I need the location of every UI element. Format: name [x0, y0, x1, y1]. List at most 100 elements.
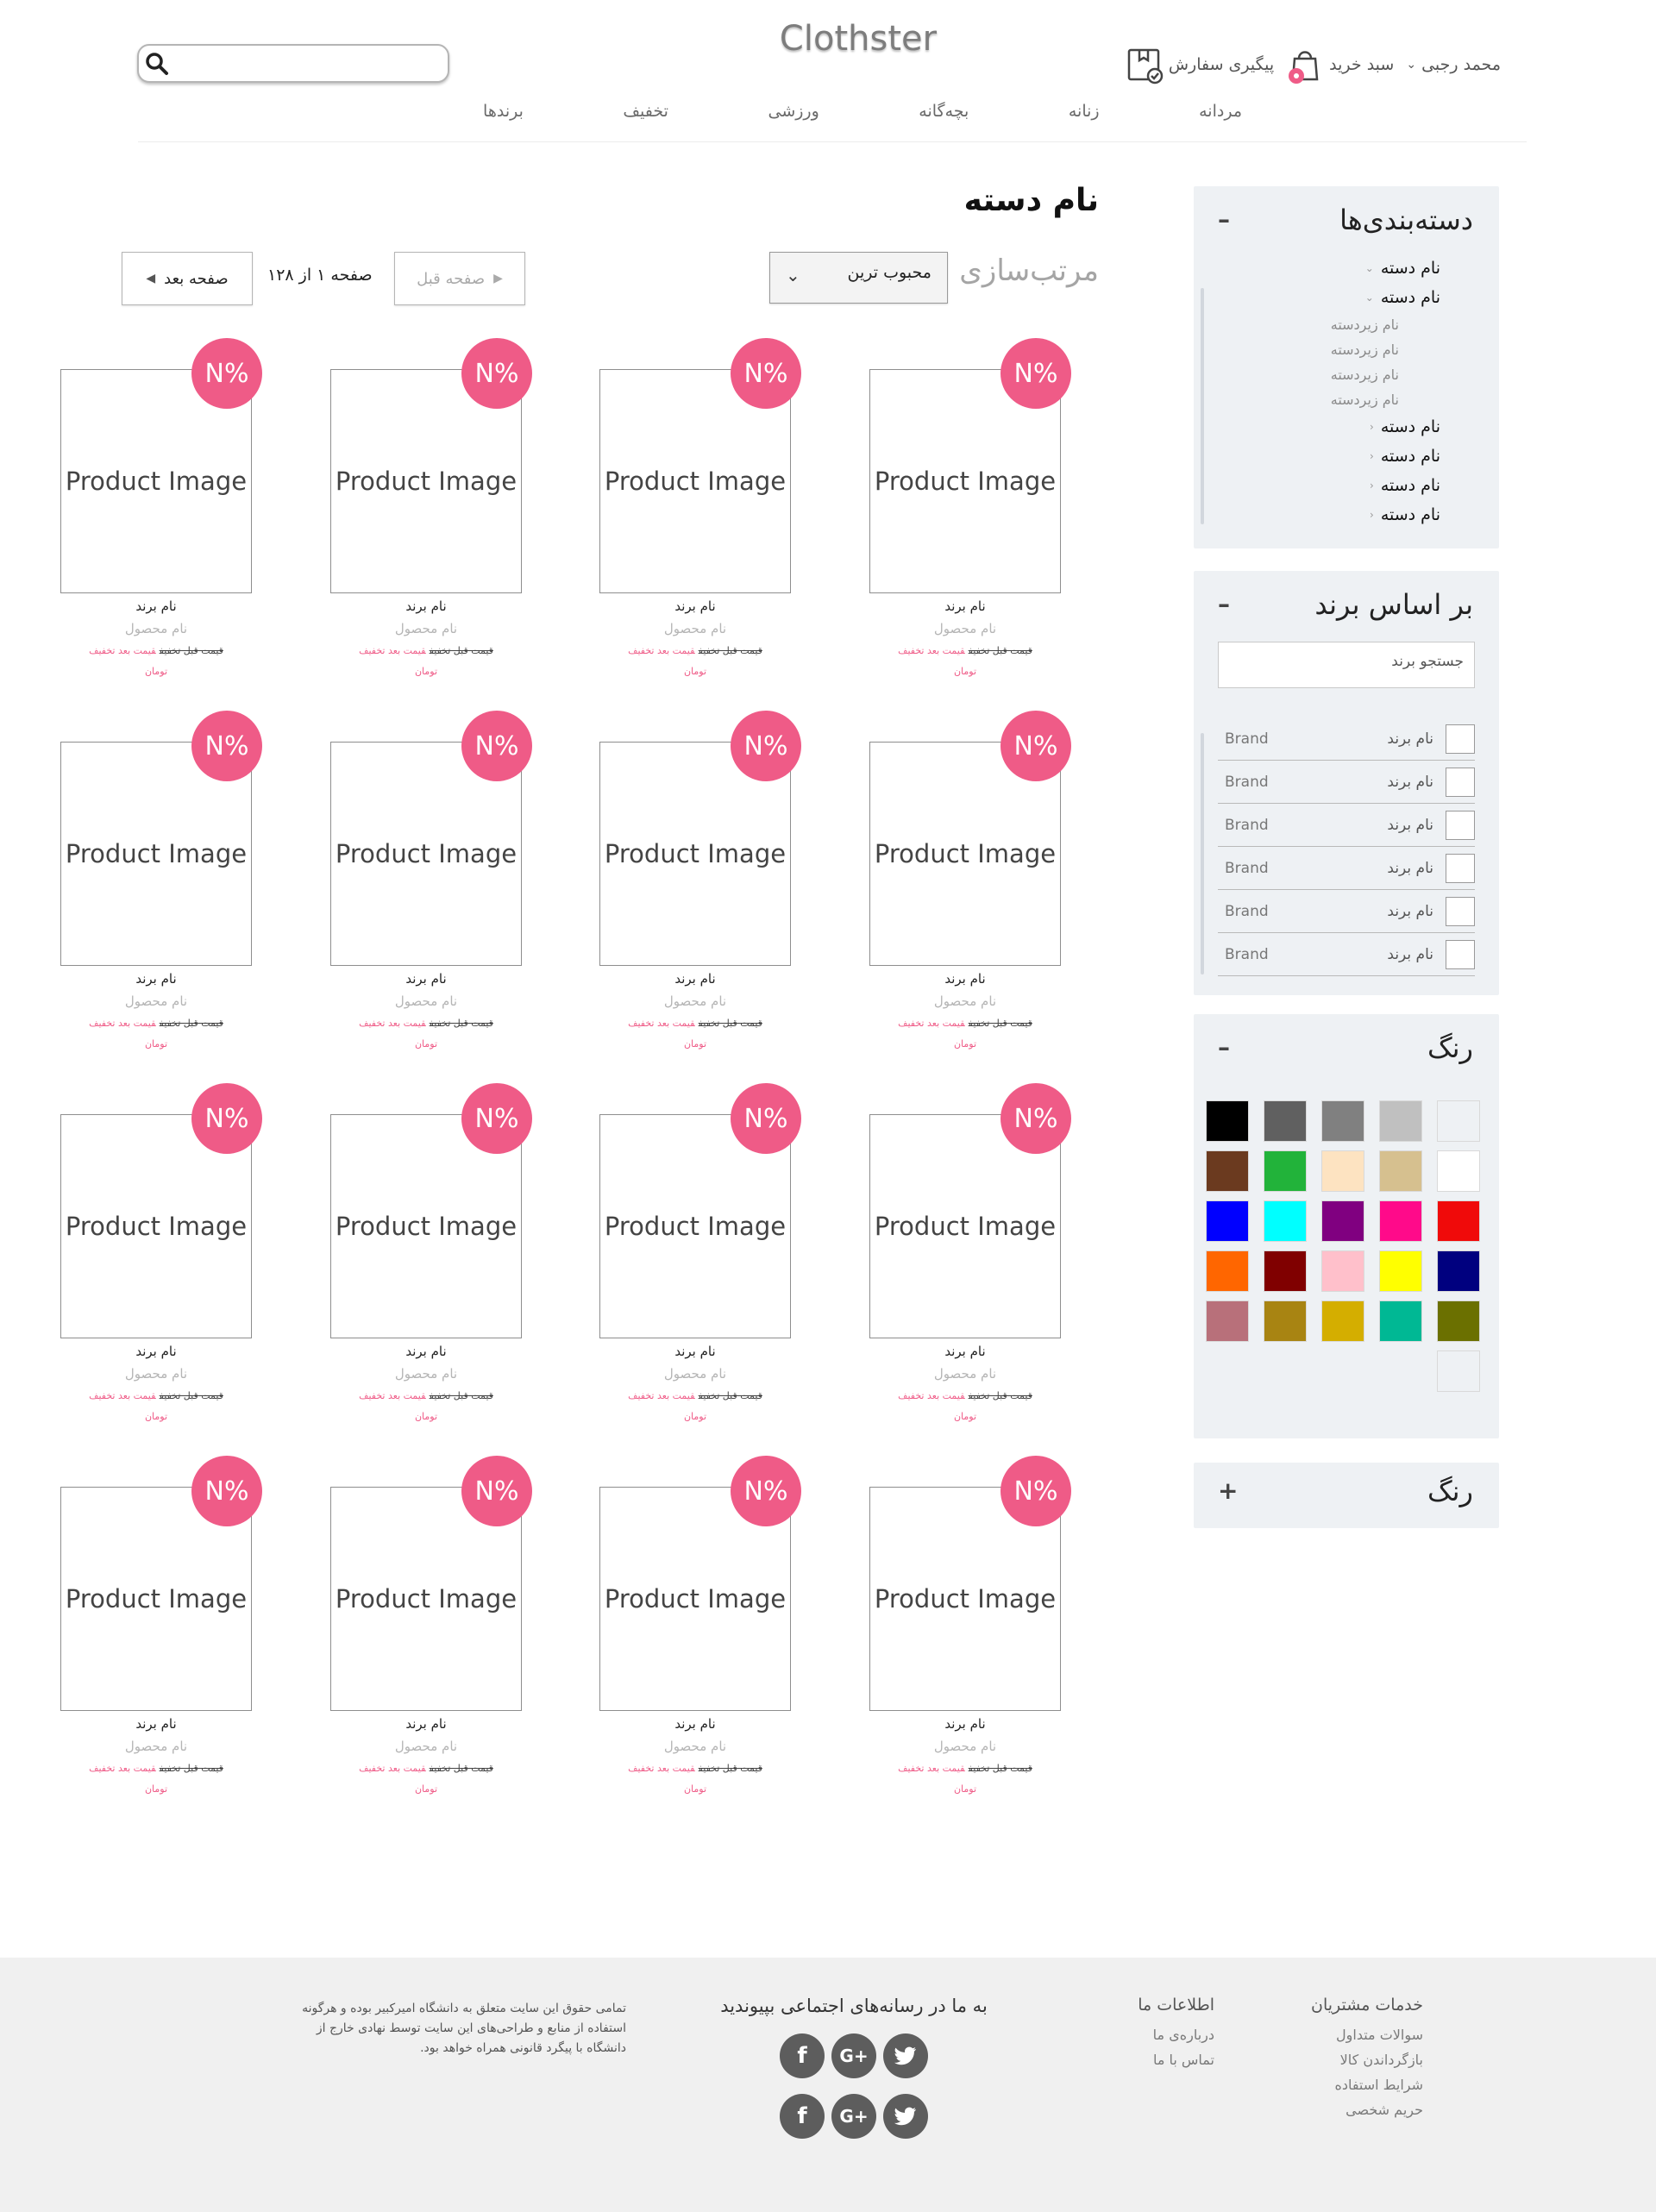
product-name[interactable]: نام محصول — [599, 621, 791, 636]
nav-item-brands[interactable]: برندها — [483, 102, 524, 121]
google-plus-icon[interactable]: G+ — [831, 2033, 876, 2078]
color-swatch[interactable] — [1379, 1200, 1422, 1242]
product-card[interactable]: Product Image N% نام برند نام محصول قیمت قبل… — [36, 1083, 262, 1422]
subcategory-item[interactable]: نام زیردسته — [1259, 312, 1440, 337]
product-card[interactable]: Product Image N% نام برند نام محصول قیمت قبل… — [845, 338, 1071, 677]
order-tracking-button[interactable]: پیگیری سفارش — [1126, 45, 1274, 85]
nav-item-women[interactable]: زنانه — [1069, 102, 1100, 121]
product-name[interactable]: نام محصول — [330, 1366, 522, 1382]
expand-toggle[interactable]: + — [1218, 1476, 1238, 1505]
facebook-icon[interactable]: f — [780, 2033, 825, 2078]
product-card[interactable]: Product Image N% نام برند نام محصول قیمت قبل… — [845, 1083, 1071, 1422]
scrollbar[interactable] — [1201, 733, 1204, 974]
nav-item-sport[interactable]: ورزشی — [768, 102, 819, 121]
color-swatch[interactable] — [1379, 1150, 1422, 1192]
user-menu[interactable]: محمد رجبی ⌄ — [1406, 55, 1501, 74]
color-swatch[interactable] — [1206, 1300, 1249, 1342]
color-swatch[interactable] — [1379, 1250, 1422, 1292]
footer-link-faq[interactable]: سوالات متداول — [1276, 2027, 1423, 2052]
category-item[interactable]: نام دسته ‹ — [1259, 500, 1440, 530]
color-swatch[interactable] — [1321, 1300, 1364, 1342]
color-swatch[interactable] — [1321, 1200, 1364, 1242]
color-swatch[interactable] — [1321, 1100, 1364, 1142]
product-card[interactable]: Product Image N% نام برند نام محصول قیمت قبل… — [36, 711, 262, 1050]
category-item[interactable]: نام دسته ‹ — [1259, 442, 1440, 471]
footer-link-contact[interactable]: تماس با ما — [1085, 2052, 1214, 2077]
product-card[interactable]: Product Image N% نام برند نام محصول قیمت قبل… — [845, 1456, 1071, 1795]
color-swatch[interactable] — [1321, 1250, 1364, 1292]
brand-filter-item[interactable]: نام برند Brand — [1218, 717, 1475, 761]
color-swatch[interactable] — [1437, 1100, 1480, 1142]
product-brand[interactable]: نام برند — [60, 1716, 252, 1732]
color-swatch[interactable] — [1264, 1300, 1307, 1342]
product-brand[interactable]: نام برند — [60, 598, 252, 614]
product-brand[interactable]: نام برند — [869, 598, 1061, 614]
product-name[interactable]: نام محصول — [869, 993, 1061, 1009]
sort-dropdown[interactable]: محبوب ترین ⌄ — [769, 252, 948, 304]
footer-link-about[interactable]: درباره‌ی ما — [1085, 2027, 1214, 2052]
color-swatch[interactable] — [1437, 1200, 1480, 1242]
cart-button[interactable]: سبد خرید — [1286, 45, 1394, 85]
brand-filter-item[interactable]: نام برند Brand — [1218, 804, 1475, 847]
product-card[interactable]: Product Image N% نام برند نام محصول قیمت قبل… — [575, 1083, 801, 1422]
product-brand[interactable]: نام برند — [869, 1716, 1061, 1732]
product-name[interactable]: نام محصول — [599, 993, 791, 1009]
collapse-toggle[interactable]: – — [1218, 205, 1230, 234]
color-swatch[interactable] — [1264, 1200, 1307, 1242]
color-swatch[interactable] — [1437, 1150, 1480, 1192]
color-swatch[interactable] — [1437, 1250, 1480, 1292]
product-name[interactable]: نام محصول — [869, 1739, 1061, 1754]
product-name[interactable]: نام محصول — [60, 1366, 252, 1382]
product-name[interactable]: نام محصول — [869, 1366, 1061, 1382]
product-card[interactable]: Product Image N% نام برند نام محصول قیمت قبل… — [306, 711, 532, 1050]
product-brand[interactable]: نام برند — [599, 598, 791, 614]
product-card[interactable]: Product Image N% نام برند نام محصول قیمت قبل… — [575, 338, 801, 677]
product-brand[interactable]: نام برند — [60, 971, 252, 987]
product-card[interactable]: Product Image N% نام برند نام محصول قیمت قبل… — [575, 1456, 801, 1795]
product-card[interactable]: Product Image N% نام برند نام محصول قیمت قبل… — [575, 711, 801, 1050]
color-swatch[interactable] — [1206, 1250, 1249, 1292]
nav-item-discount[interactable]: تخفیف — [623, 102, 668, 121]
search-input[interactable] — [137, 44, 449, 83]
nav-item-men[interactable]: مردانه — [1199, 102, 1242, 121]
color-swatch[interactable] — [1379, 1300, 1422, 1342]
product-card[interactable]: Product Image N% نام برند نام محصول قیمت قبل… — [845, 711, 1071, 1050]
brand-checkbox[interactable] — [1446, 810, 1475, 840]
product-brand[interactable]: نام برند — [869, 971, 1061, 987]
next-page-button[interactable]: صفحه بعد ◀ — [122, 252, 253, 305]
product-card[interactable]: Product Image N% نام برند نام محصول قیمت قبل… — [306, 1456, 532, 1795]
category-item[interactable]: نام دسته ⌄ — [1259, 254, 1440, 283]
footer-link-terms[interactable]: شرایط استفاده — [1276, 2077, 1423, 2102]
product-name[interactable]: نام محصول — [60, 993, 252, 1009]
product-brand[interactable]: نام برند — [330, 1716, 522, 1732]
scrollbar[interactable] — [1201, 288, 1204, 524]
product-name[interactable]: نام محصول — [60, 621, 252, 636]
category-item[interactable]: نام دسته ‹ — [1259, 412, 1440, 442]
brand-checkbox[interactable] — [1446, 896, 1475, 926]
subcategory-item[interactable]: نام زیردسته — [1259, 362, 1440, 387]
product-name[interactable]: نام محصول — [330, 993, 522, 1009]
color-swatch[interactable] — [1437, 1350, 1480, 1392]
google-plus-icon[interactable]: G+ — [831, 2094, 876, 2139]
collapse-toggle[interactable]: – — [1218, 590, 1230, 618]
product-brand[interactable]: نام برند — [330, 971, 522, 987]
product-card[interactable]: Product Image N% نام برند نام محصول قیمت قبل… — [306, 338, 532, 677]
brand-checkbox[interactable] — [1446, 767, 1475, 797]
product-name[interactable]: نام محصول — [599, 1366, 791, 1382]
brand-checkbox[interactable] — [1446, 939, 1475, 969]
site-logo[interactable]: Clothster — [763, 19, 953, 59]
product-brand[interactable]: نام برند — [330, 598, 522, 614]
color-swatch[interactable] — [1264, 1150, 1307, 1192]
product-name[interactable]: نام محصول — [330, 1739, 522, 1754]
product-brand[interactable]: نام برند — [599, 1716, 791, 1732]
product-name[interactable]: نام محصول — [599, 1739, 791, 1754]
product-card[interactable]: Product Image N% نام برند نام محصول قیمت قبل… — [36, 1456, 262, 1795]
product-brand[interactable]: نام برند — [330, 1344, 522, 1359]
color-swatch[interactable] — [1264, 1250, 1307, 1292]
footer-link-privacy[interactable]: حریم شخصی — [1276, 2102, 1423, 2127]
subcategory-item[interactable]: نام زیردسته — [1259, 387, 1440, 412]
color-swatch[interactable] — [1206, 1150, 1249, 1192]
prev-page-button[interactable]: ▶ صفحه قبل — [394, 252, 525, 305]
subcategory-item[interactable]: نام زیردسته — [1259, 337, 1440, 362]
category-item[interactable]: نام دسته ⌄ — [1259, 283, 1440, 312]
